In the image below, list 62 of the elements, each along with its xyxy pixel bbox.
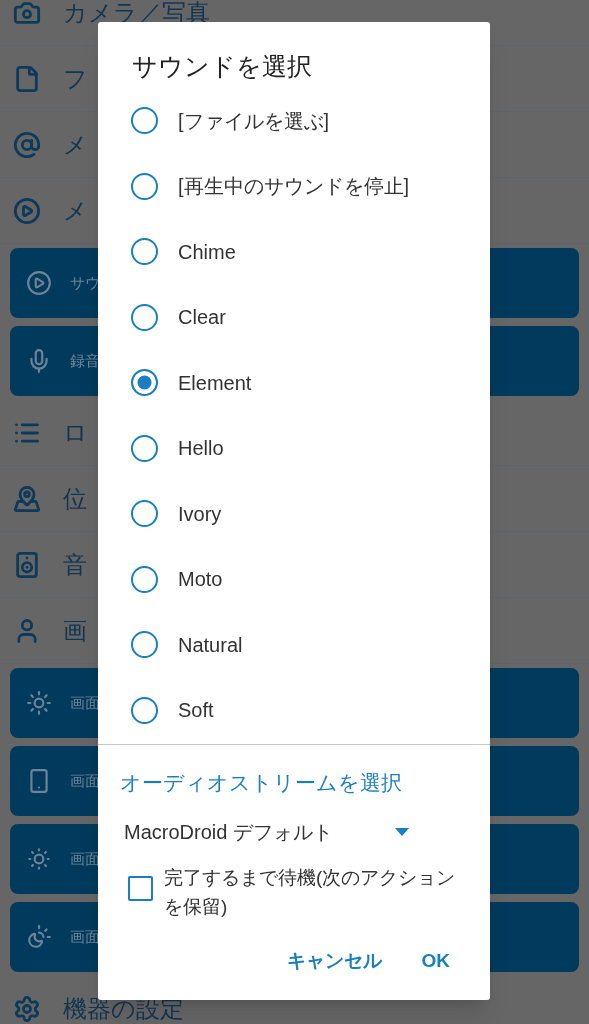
option-label: [再生中のサウンドを停止] [178,174,410,200]
sound-option[interactable]: [ファイルを選ぶ] [98,88,490,154]
play-icon [13,196,41,225]
sun-icon [26,690,52,716]
checkbox-label: 完了するまで待機(次のアクションを保留) [164,865,457,919]
radio-button[interactable] [131,107,158,135]
speaker-icon [13,550,41,579]
sound-option[interactable]: Ivory [98,481,490,547]
card-label: 画面 [70,692,100,713]
row-label: 位 [63,483,87,514]
sound-option[interactable]: Clear [98,284,490,350]
option-label: Natural [178,632,243,658]
sound-option[interactable]: Hello [98,415,490,481]
sound-option[interactable]: Element [98,350,490,416]
audio-stream-link[interactable]: オーディオストリームを選択 [120,771,402,794]
radio-button[interactable] [131,565,158,593]
card-label: 録音 [70,350,100,371]
play-circle-icon [26,270,52,296]
card-label: 画面 [70,848,100,869]
radio-button[interactable] [131,434,158,462]
row-label: 画 [63,615,87,646]
row-label: メ [63,129,88,160]
row-label: 音 [63,549,87,580]
sun-moon-icon [26,924,52,950]
option-label: Soft [178,698,214,724]
row-label: メ [63,195,88,226]
row-label: ロ [63,417,88,448]
option-label: Element [178,370,252,396]
radio-button[interactable] [131,631,158,659]
row-label: フ [63,63,88,94]
dialog-button[interactable]: キャンセル [280,942,388,979]
brightness-icon [26,846,52,872]
sound-option[interactable]: Moto [98,546,490,612]
sound-option[interactable]: [再生中のサウンドを停止] [98,153,490,219]
radio-button[interactable] [131,696,158,724]
option-label: Chime [178,239,236,265]
dialog-title: サウンドを選択 [131,51,313,82]
sound-option[interactable]: Soft [98,677,490,743]
sound-option[interactable]: Chime [98,219,490,285]
card-label: 画面 [70,770,100,791]
gear-icon [13,994,41,1023]
option-label: Hello [178,436,224,462]
radio-button[interactable] [131,238,158,266]
option-label: Ivory [178,501,222,527]
stream-dropdown[interactable]: MacroDroid デフォルト [124,816,409,847]
option-label: [ファイルを選ぶ] [178,108,330,134]
card-label: 画面 [70,926,100,947]
at-sign-icon [13,130,41,159]
radio-button[interactable] [131,369,158,397]
dropdown-triangle-icon [395,827,409,836]
card-label: サウ [70,272,100,293]
camera-icon [13,0,41,27]
file-icon [13,64,41,93]
checkbox[interactable] [128,875,153,901]
option-label: Clear [178,305,226,331]
dialog-button[interactable]: OK [415,942,456,979]
option-label: Moto [178,567,223,593]
radio-button[interactable] [131,500,158,528]
map-pin-icon [13,484,41,513]
radio-button[interactable] [131,172,158,200]
sound-option[interactable]: Natural [98,612,490,678]
radio-button[interactable] [131,303,158,331]
